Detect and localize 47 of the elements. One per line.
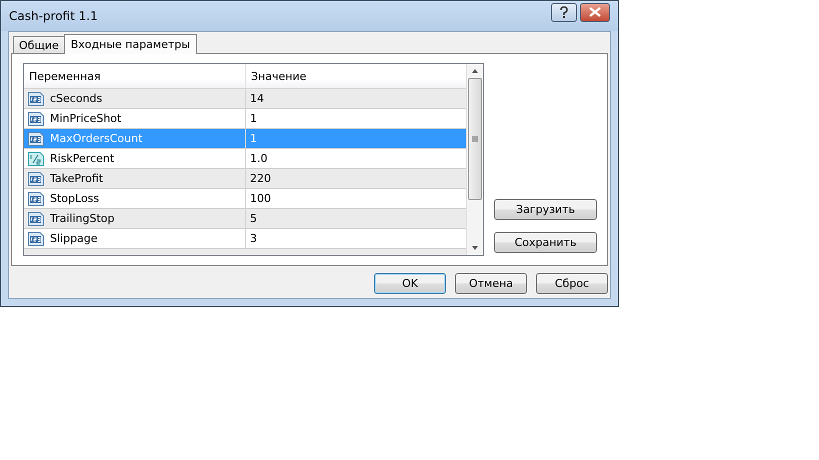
column-header[interactable]: Переменная	[24, 64, 246, 88]
tab[interactable]: Входные параметры	[64, 34, 198, 54]
variable-value: 14	[250, 92, 264, 105]
variable-value: 1	[250, 112, 257, 125]
fraction-icon	[28, 152, 44, 166]
table-row[interactable]: cSeconds 14	[24, 89, 466, 109]
dialog-button[interactable]: Сброс	[536, 273, 608, 294]
tab[interactable]: Общие	[13, 36, 65, 53]
variable-name: cSeconds	[50, 92, 102, 105]
variable-name: TrailingStop	[50, 212, 114, 225]
close-icon	[589, 7, 601, 17]
variable-name: RiskPercent	[50, 152, 114, 165]
grip-icon	[472, 136, 478, 142]
table-row[interactable]: RiskPercent 1.0	[24, 149, 466, 169]
integer-icon	[28, 232, 44, 246]
integer-icon	[28, 212, 44, 226]
dialog-button[interactable]: Сохранить	[494, 232, 597, 253]
table-row[interactable]: TakeProfit 220	[24, 169, 466, 189]
table-row[interactable]: Slippage 3	[24, 229, 466, 249]
variable-name: TakeProfit	[50, 172, 104, 185]
variable-name: MinPriceShot	[50, 112, 122, 125]
table-row[interactable]: TrailingStop 5	[24, 209, 466, 229]
variable-value: 5	[250, 212, 257, 225]
column-header[interactable]: Значение	[246, 64, 466, 88]
dialog-button[interactable]: Загрузить	[494, 199, 597, 220]
variable-value: 220	[250, 172, 271, 185]
help-icon	[559, 6, 569, 18]
variable-name: MaxOrdersCount	[50, 132, 142, 145]
dialog-button[interactable]: OK	[374, 273, 446, 294]
dialog-button[interactable]: Отмена	[455, 273, 527, 294]
variable-value: 3	[250, 232, 257, 245]
close-button[interactable]	[580, 2, 610, 22]
integer-icon	[28, 192, 44, 206]
table-row[interactable]: StopLoss 100	[24, 189, 466, 209]
integer-icon	[28, 132, 44, 146]
window-title: Cash-profit 1.1	[9, 9, 98, 23]
variable-value: 1.0	[250, 152, 268, 165]
scrollbar[interactable]	[466, 64, 483, 255]
integer-icon	[28, 172, 44, 186]
integer-icon	[28, 112, 44, 126]
help-button[interactable]	[551, 2, 577, 22]
variable-name: Slippage	[50, 232, 98, 245]
integer-icon	[28, 92, 44, 106]
variable-value: 100	[250, 192, 271, 205]
variable-name: StopLoss	[50, 192, 100, 205]
variable-value: 1	[250, 132, 257, 145]
table-row[interactable]: MinPriceShot 1	[24, 109, 466, 129]
